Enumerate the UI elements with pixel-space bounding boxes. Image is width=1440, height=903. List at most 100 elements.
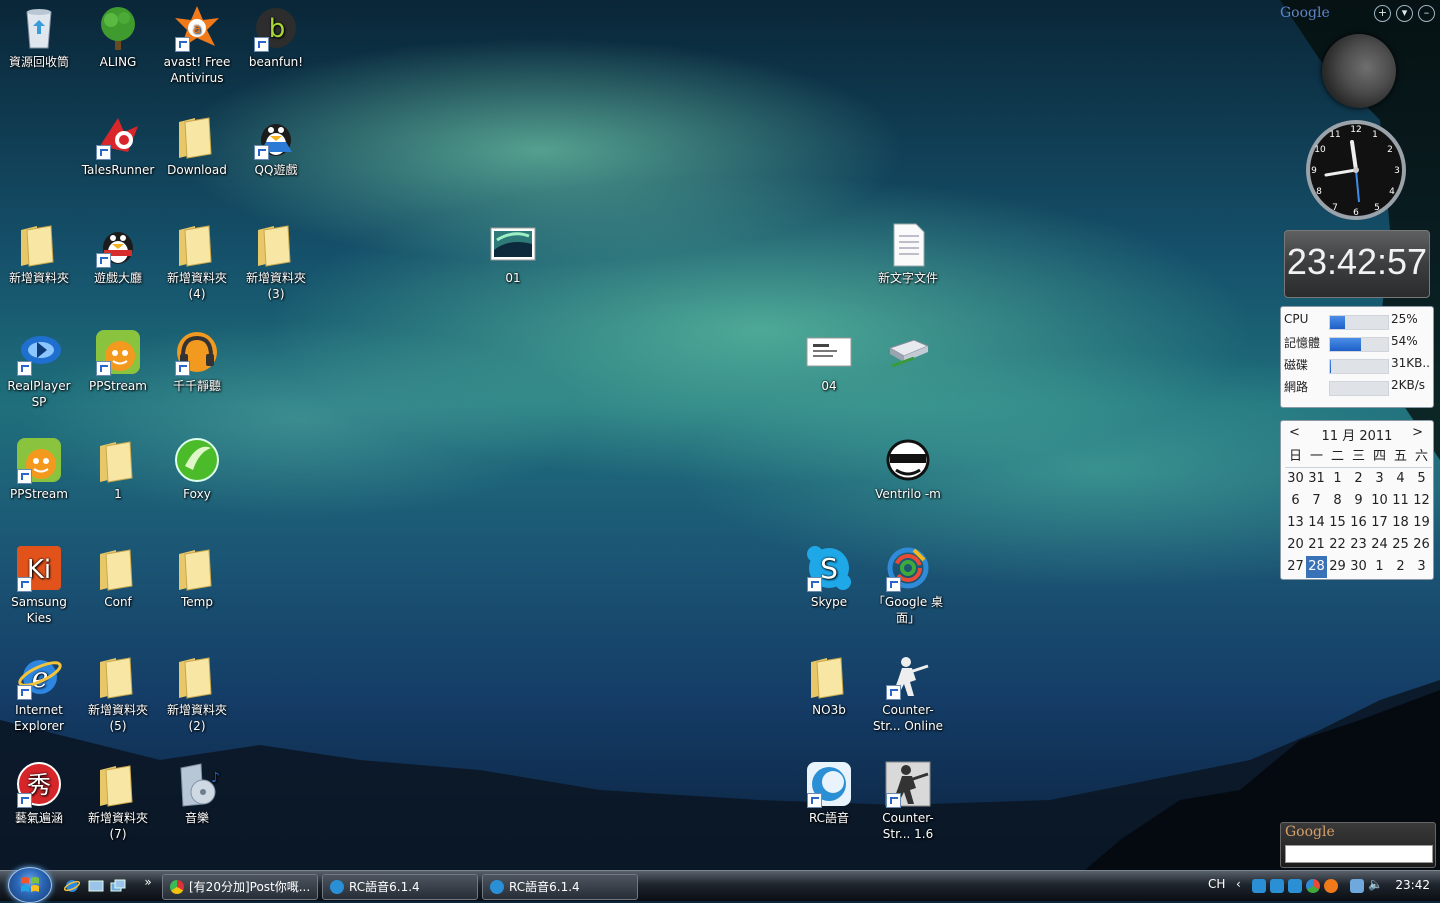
calendar-day[interactable]: 31	[1306, 468, 1327, 490]
quicklaunch-show-desktop-icon[interactable]	[88, 878, 104, 894]
sidebar-minimize-button[interactable]: –	[1418, 5, 1435, 22]
tray-rc-voice-icon[interactable]	[1270, 879, 1284, 893]
calendar-day[interactable]: 27	[1285, 556, 1306, 578]
calendar-day[interactable]: 23	[1348, 534, 1369, 556]
taskbar-button-rc-voice-1[interactable]: RC語音6.1.4	[322, 874, 478, 900]
desktop-icon-ppstream-1[interactable]: PPStream	[79, 328, 157, 394]
calendar-day[interactable]: 11	[1390, 490, 1411, 512]
calendar-day[interactable]: 3	[1411, 556, 1432, 578]
desktop-icon-new-folder-3[interactable]: 新增資料夾 (3)	[237, 220, 315, 302]
desktop-icon-ventrilo[interactable]: Ventrilo -m	[869, 436, 947, 502]
desktop-icon-skype[interactable]: S Skype	[790, 544, 868, 610]
desktop-icon-google-desktop[interactable]: 「Google 桌面」	[869, 544, 947, 626]
desktop-icon-realplayer[interactable]: RealPlayer SP	[0, 328, 78, 410]
desktop-icon-new-folder-2[interactable]: 新增資料夾 (2)	[158, 652, 236, 734]
desktop-icon-recycle-bin[interactable]: 資源回收筒	[0, 4, 78, 70]
tray-rc-voice-icon[interactable]	[1252, 879, 1266, 893]
desktop-icon-new-text[interactable]: 新文字文件	[869, 220, 947, 286]
taskbar-button-rc-voice-2[interactable]: RC語音6.1.4	[482, 874, 638, 900]
tray-rc-voice-icon[interactable]	[1288, 879, 1302, 893]
calendar-day[interactable]: 19	[1411, 512, 1432, 534]
calendar-day[interactable]: 6	[1285, 490, 1306, 512]
desktop-icon-no3b[interactable]: NO3b	[790, 652, 868, 718]
desktop-icon-ppstream-2[interactable]: PPStream	[0, 436, 78, 502]
google-search-input[interactable]	[1285, 845, 1433, 863]
desktop-icon-game-hall[interactable]: 遊戲大廳	[79, 220, 157, 286]
desktop-icon-new-folder-4[interactable]: 新增資料夾 (4)	[158, 220, 236, 302]
desktop-icon-rc-voice[interactable]: RC語音	[790, 760, 868, 826]
quicklaunch-more-button[interactable]: »	[140, 874, 156, 890]
calendar-day[interactable]: 28	[1306, 556, 1327, 578]
desktop-icon-avast[interactable]: a avast! Free Antivirus	[158, 4, 236, 86]
calendar-day[interactable]: 2	[1348, 468, 1369, 490]
digital-clock-gadget[interactable]: 23:42:57	[1284, 230, 1430, 298]
desktop-icon-samsung-kies[interactable]: Ki Samsung Kies	[0, 544, 78, 626]
quicklaunch-switch-windows-icon[interactable]	[110, 878, 126, 894]
calendar-day[interactable]: 24	[1369, 534, 1390, 556]
calendar-day[interactable]: 20	[1285, 534, 1306, 556]
calendar-day[interactable]: 12	[1411, 490, 1432, 512]
add-gadget-button[interactable]: +	[1374, 5, 1391, 22]
calendar-day[interactable]: 26	[1411, 534, 1432, 556]
moon-phase-gadget[interactable]	[1322, 34, 1396, 108]
sidebar-options-button[interactable]: ▾	[1396, 5, 1413, 22]
calendar-next-button[interactable]: >	[1412, 425, 1423, 440]
calendar-day[interactable]: 18	[1390, 512, 1411, 534]
desktop-icon-counter-strike-online[interactable]: Counter-Str... Online	[869, 652, 947, 734]
calendar-day[interactable]: 30	[1348, 556, 1369, 578]
desktop-icon-conf[interactable]: Conf	[79, 544, 157, 610]
tray-avast-icon[interactable]	[1324, 879, 1338, 893]
tray-google-desktop-icon[interactable]	[1306, 879, 1320, 893]
start-button[interactable]	[8, 867, 52, 903]
quicklaunch-ie-icon[interactable]	[63, 878, 81, 894]
tray-network-icon[interactable]	[1350, 879, 1364, 893]
calendar-gadget[interactable]: < 11 月 2011 > 日一二三四五六 30 31 1 2 3 4 5 6 7 8 9 10 11 12…	[1280, 420, 1434, 580]
calendar-day[interactable]: 25	[1390, 534, 1411, 556]
desktop-icon-qq-game[interactable]: QQ遊戲	[237, 112, 315, 178]
system-meter-gadget[interactable]: CPU 25% 記憶體 54% 磁碟 31KB.. 網路 2KB/s	[1280, 306, 1434, 408]
desktop-icon-ttplayer[interactable]: 千千靜聽	[158, 328, 236, 394]
calendar-day[interactable]: 9	[1348, 490, 1369, 512]
desktop-icon-new-folder[interactable]: 新增資料夾	[0, 220, 78, 286]
calendar-day[interactable]: 3	[1369, 468, 1390, 490]
desktop-icon-talesrunner[interactable]: TalesRunner	[79, 112, 157, 178]
taskbar-button-chrome[interactable]: [有20分加]Post你嘅...	[162, 874, 318, 900]
calendar-day[interactable]: 1	[1327, 468, 1348, 490]
tray-expand-chevron-icon[interactable]: ‹	[1236, 877, 1250, 891]
tray-clock[interactable]: 23:42	[1395, 878, 1430, 892]
desktop-icon-image-04[interactable]: 04	[790, 328, 868, 394]
analog-clock-gadget[interactable]: 12 12 3 45 6 78 9 1011	[1304, 118, 1408, 222]
desktop-icon-new-folder-5[interactable]: 新增資料夾 (5)	[79, 652, 157, 734]
calendar-day[interactable]: 15	[1327, 512, 1348, 534]
language-indicator[interactable]: CH	[1208, 877, 1225, 891]
desktop-icon-drive[interactable]	[869, 328, 947, 378]
desktop-icon-beanfun[interactable]: b beanfun!	[237, 4, 315, 70]
calendar-day[interactable]: 30	[1285, 468, 1306, 490]
desktop-icon-aling[interactable]: ALING	[79, 4, 157, 70]
tray-volume-icon[interactable]: 🔈	[1368, 877, 1383, 891]
calendar-day[interactable]: 2	[1390, 556, 1411, 578]
desktop-icon-xiu[interactable]: 秀 藝氣遍涵	[0, 760, 78, 826]
desktop-icon-download[interactable]: Download	[158, 112, 236, 178]
calendar-day[interactable]: 4	[1390, 468, 1411, 490]
calendar-day[interactable]: 14	[1306, 512, 1327, 534]
calendar-day[interactable]: 13	[1285, 512, 1306, 534]
calendar-day[interactable]: 1	[1369, 556, 1390, 578]
calendar-day[interactable]: 17	[1369, 512, 1390, 534]
desktop-icon-music[interactable]: ♪ 音樂	[158, 760, 236, 826]
desktop-icon-image-01[interactable]: 01	[474, 220, 552, 286]
desktop-icon-counter-strike-16[interactable]: Counter-Str... 1.6	[869, 760, 947, 842]
calendar-day[interactable]: 16	[1348, 512, 1369, 534]
calendar-day[interactable]: 5	[1411, 468, 1432, 490]
desktop-icon-temp[interactable]: Temp	[158, 544, 236, 610]
calendar-day[interactable]: 29	[1327, 556, 1348, 578]
desktop-icon-foxy[interactable]: Foxy	[158, 436, 236, 502]
calendar-day[interactable]: 8	[1327, 490, 1348, 512]
desktop-icon-internet-explorer[interactable]: e Internet Explorer	[0, 652, 78, 734]
calendar-day[interactable]: 10	[1369, 490, 1390, 512]
desktop-icon-new-folder-7[interactable]: 新增資料夾 (7)	[79, 760, 157, 842]
calendar-day[interactable]: 7	[1306, 490, 1327, 512]
desktop-icon-folder-1[interactable]: 1	[79, 436, 157, 502]
calendar-day[interactable]: 22	[1327, 534, 1348, 556]
calendar-day[interactable]: 21	[1306, 534, 1327, 556]
